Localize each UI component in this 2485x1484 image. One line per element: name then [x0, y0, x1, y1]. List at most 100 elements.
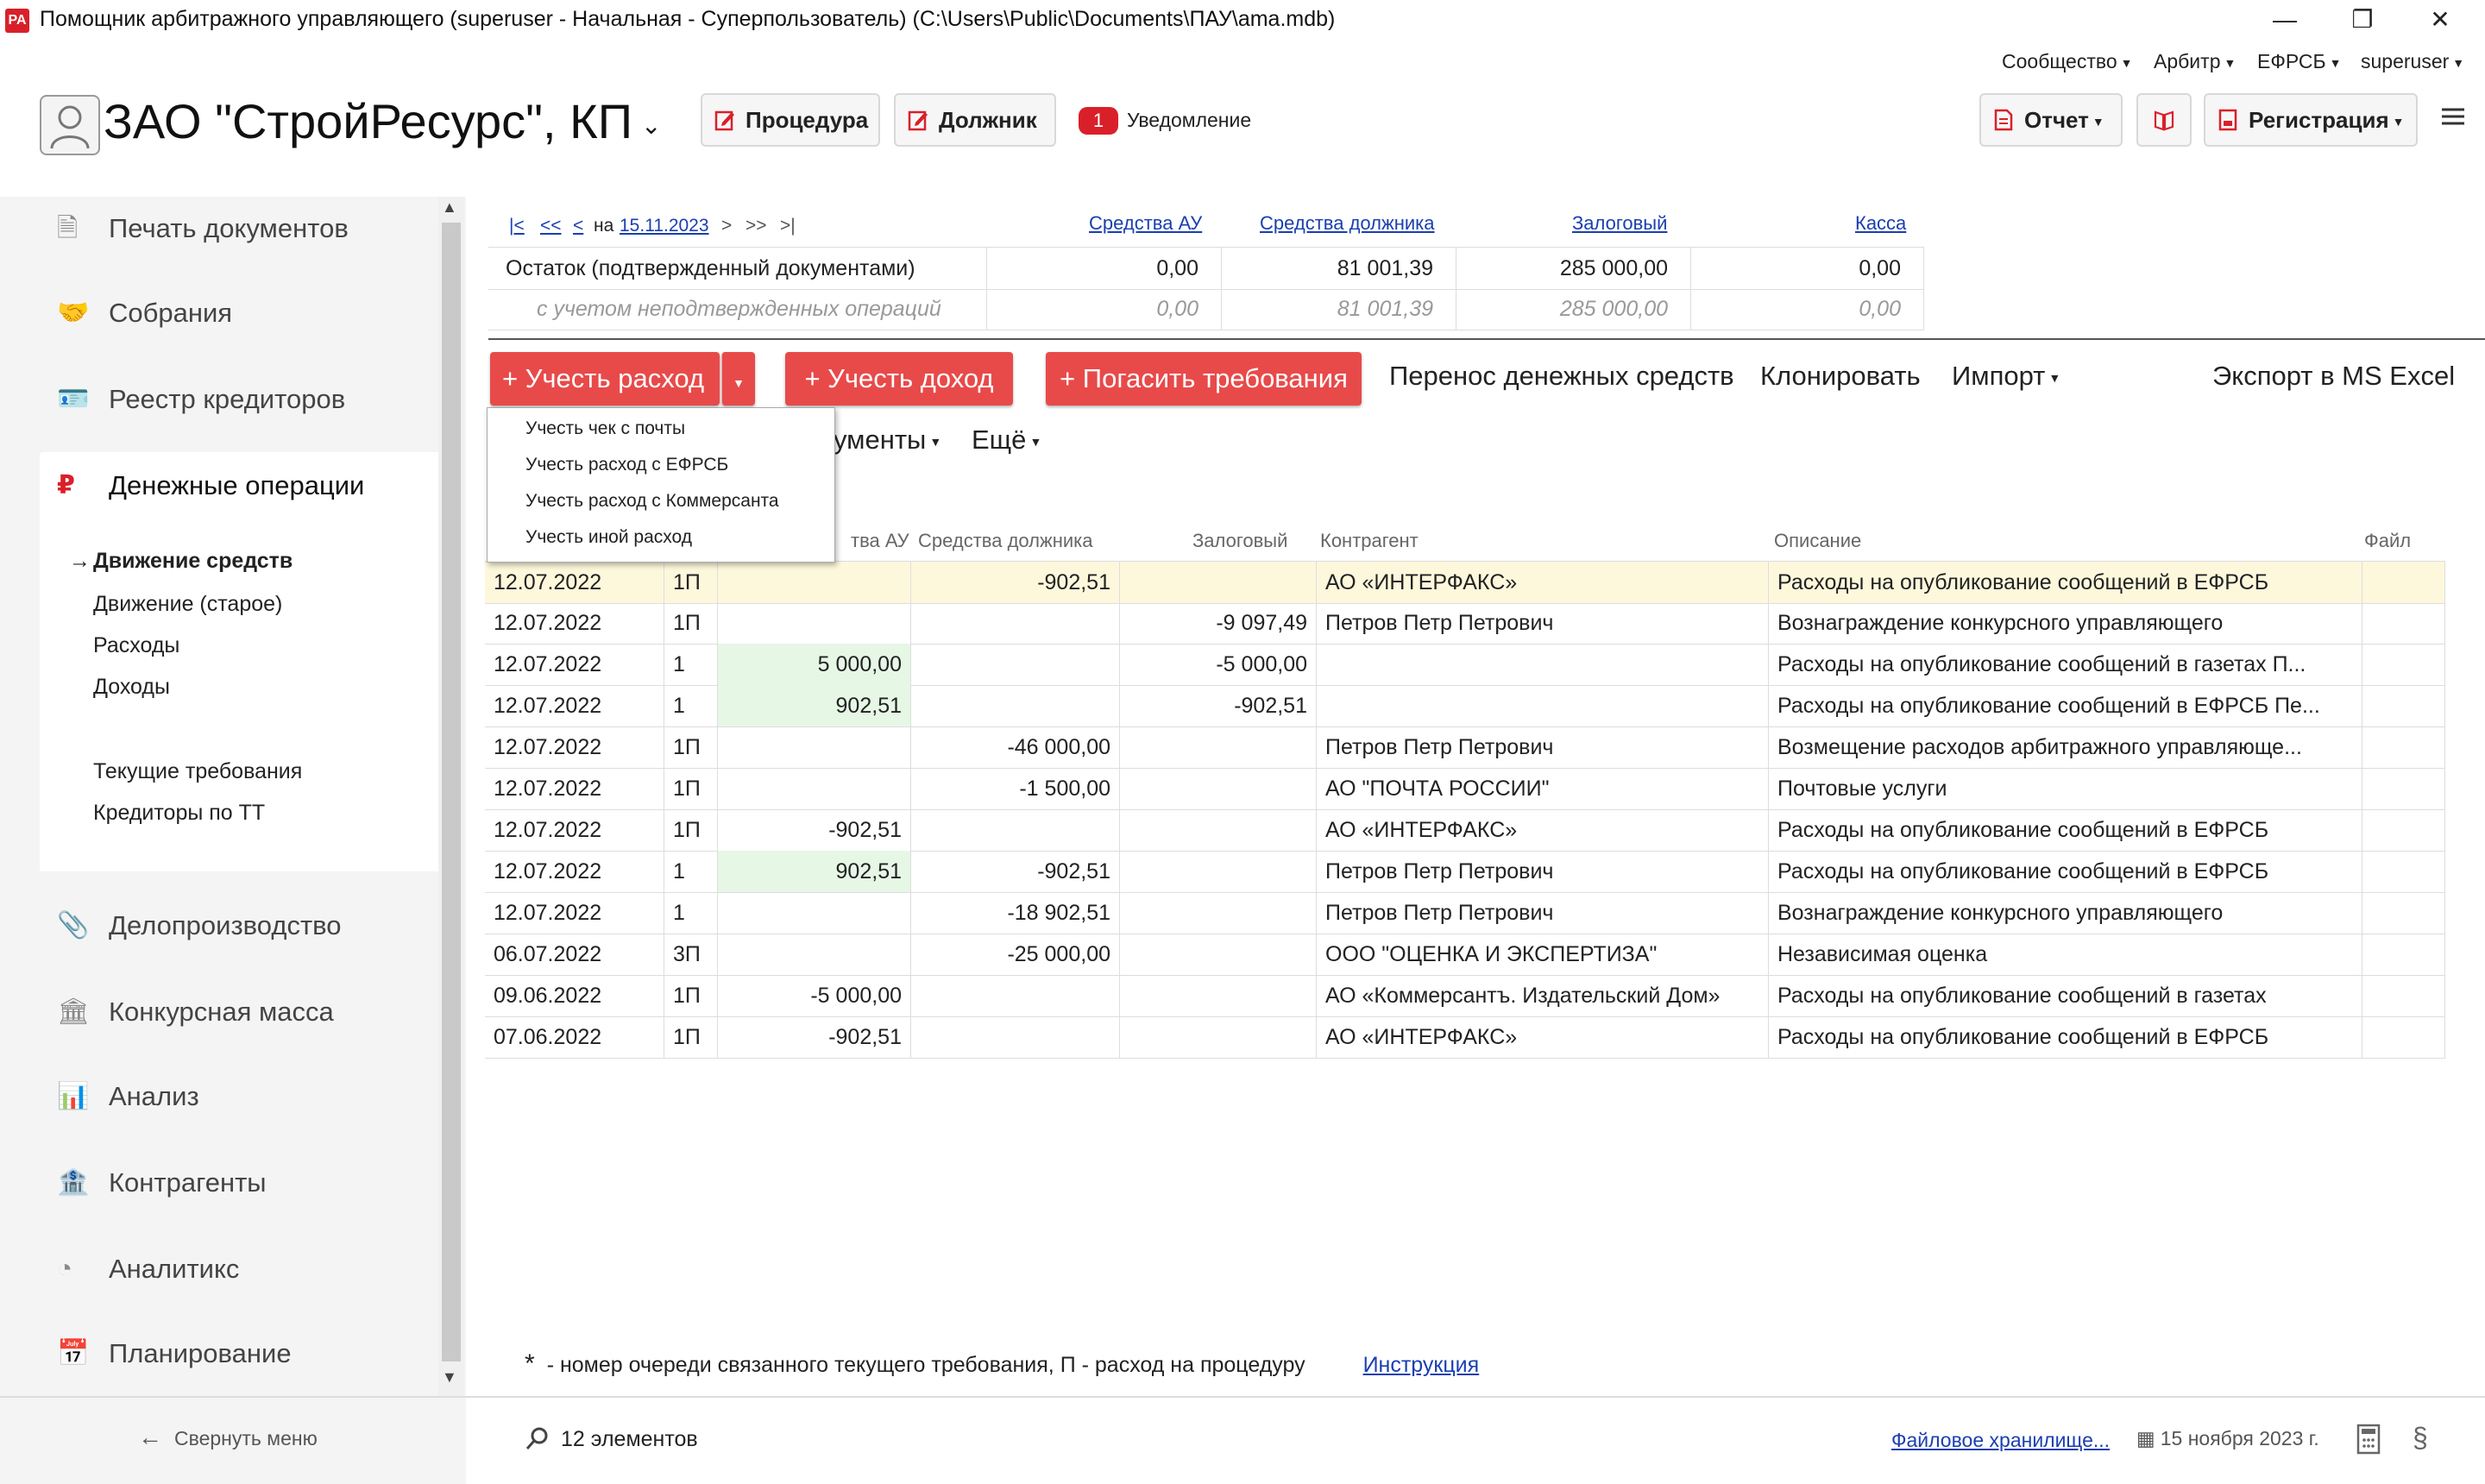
- sidebar-subitem-movement-old[interactable]: Движение (старое): [93, 592, 282, 617]
- menu-arbitr[interactable]: Арбитр ▼: [2154, 50, 2236, 73]
- grid-header-file[interactable]: Файл: [2364, 530, 2411, 552]
- sidebar-subitem-creditors-tt[interactable]: Кредиторы по ТТ: [93, 801, 265, 826]
- table-row[interactable]: 12.07.2022 1 902,51 -902,51 Расходы на опубл…: [485, 685, 2445, 727]
- sidebar-subitem-incomes[interactable]: Доходы: [93, 675, 170, 700]
- collapse-menu-button[interactable]: ← Свернуть меню: [138, 1424, 318, 1451]
- grid-header-pledge[interactable]: Залоговый: [1192, 530, 1287, 552]
- repay-claims-button[interactable]: + Погасить требования: [1046, 352, 1362, 406]
- dropdown-item-other-expense[interactable]: Учесть иной расход: [525, 527, 692, 548]
- cell-queue: 1: [664, 644, 718, 685]
- balance-col-au[interactable]: Средства АУ: [1089, 212, 1202, 235]
- grid-header-debtor[interactable]: Средства должника: [918, 530, 1093, 552]
- sidebar-item-analysis[interactable]: 📊 Анализ: [38, 1058, 435, 1135]
- balance-col-debtor[interactable]: Средства должника: [1260, 212, 1435, 235]
- nav-next2[interactable]: >>: [746, 216, 767, 236]
- sidebar-item-planning[interactable]: 📅 Планирование: [38, 1315, 435, 1393]
- dropdown-item-kommersant-expense[interactable]: Учесть расход с Коммерсанта: [525, 491, 779, 512]
- table-row[interactable]: 12.07.2022 1П -46 000,00 Петров Петр Петров…: [485, 726, 2445, 769]
- organization-title[interactable]: ЗАО "СтройРесурс", КП ⌄: [104, 93, 662, 149]
- sidebar-subitem-money-movement[interactable]: → Движение средств: [69, 549, 293, 574]
- table-row[interactable]: 12.07.2022 1П -902,51 АО «ИНТЕРФАКС» Расходы…: [485, 561, 2445, 604]
- sidebar-item-analytics[interactable]: ◔ Аналитикс: [38, 1230, 435, 1308]
- balance-col-pledge[interactable]: Залоговый: [1572, 212, 1667, 235]
- nav-date[interactable]: 15.11.2023: [620, 216, 709, 236]
- debtor-button[interactable]: Должник: [894, 93, 1056, 147]
- grid-header-counterparty[interactable]: Контрагент: [1320, 530, 1419, 552]
- instruction-link[interactable]: Инструкция: [1363, 1353, 1480, 1377]
- menu-efrsb[interactable]: ЕФРСБ ▼: [2257, 50, 2341, 73]
- title-bar: PA Помощник арбитражного управляющего (s…: [0, 0, 2485, 41]
- minimize-icon[interactable]: —: [2243, 0, 2326, 41]
- restore-icon[interactable]: ❐: [2321, 0, 2404, 41]
- chevron-down-icon: ▼: [2452, 55, 2465, 70]
- menu-user[interactable]: superuser ▼: [2361, 50, 2464, 73]
- sidebar-subitem-expenses[interactable]: Расходы: [93, 633, 179, 658]
- avatar[interactable]: [40, 95, 100, 155]
- file-storage-link[interactable]: Файловое хранилище...: [1891, 1429, 2110, 1452]
- dropdown-item-post-receipt[interactable]: Учесть чек с почты: [525, 418, 685, 439]
- more-button[interactable]: Ещё ▼: [972, 424, 1041, 456]
- sidebar-item-creditors-registry[interactable]: 🪪 Реестр кредиторов: [38, 361, 435, 438]
- cell-counterparty: Петров Петр Петрович: [1317, 851, 1769, 892]
- nav-next[interactable]: >: [721, 216, 732, 236]
- calculator-icon[interactable]: [2356, 1424, 2381, 1455]
- hamburger-menu-icon[interactable]: [2438, 102, 2468, 131]
- cell-description: Независимая оценка: [1769, 934, 2362, 975]
- balance-col-cash[interactable]: Касса: [1855, 212, 1906, 235]
- cell-au: -5 000,00: [718, 975, 911, 1016]
- sidebar-scrollbar-thumb[interactable]: [442, 223, 461, 1361]
- nav-prev[interactable]: <: [573, 216, 583, 236]
- cell-file: [2362, 892, 2445, 934]
- sidebar-subitem-current-claims[interactable]: Текущие требования: [93, 759, 302, 784]
- nav-first[interactable]: |<: [509, 216, 525, 236]
- report-button[interactable]: Отчет ▼: [1979, 93, 2123, 147]
- cell-debtor: -46 000,00: [911, 726, 1120, 768]
- sidebar-item-counterparties[interactable]: 🏦 Контрагенты: [38, 1144, 435, 1222]
- cell-debtor: -18 902,51: [911, 892, 1120, 934]
- add-income-button[interactable]: + Учесть доход: [785, 352, 1013, 406]
- sidebar-item-office-work[interactable]: 📎 Делопроизводство: [38, 887, 435, 965]
- documents-button[interactable]: ументы ▼: [834, 424, 941, 456]
- dropdown-item-efrsb-expense[interactable]: Учесть расход с ЕФРСБ: [525, 455, 728, 475]
- add-expense-button[interactable]: + Учесть расход: [490, 352, 720, 406]
- table-row[interactable]: 06.07.2022 3П -25 000,00 ООО "ОЦЕНКА И ЭКСП…: [485, 934, 2445, 976]
- procedure-button[interactable]: Процедура: [701, 93, 880, 147]
- transfer-funds-button[interactable]: Перенос денежных средств: [1389, 361, 1734, 392]
- close-icon[interactable]: ✕: [2399, 0, 2482, 41]
- sidebar-item-print-documents[interactable]: 🗎 Печать документов: [38, 190, 435, 267]
- registration-button[interactable]: Регистрация ▼: [2204, 93, 2418, 147]
- table-row[interactable]: 12.07.2022 1 902,51 -902,51 Петров Петр Петр…: [485, 851, 2445, 893]
- cell-description: Расходы на опубликование сообщений в ЕФР…: [1769, 685, 2362, 726]
- scroll-down-icon[interactable]: ▼: [442, 1368, 457, 1387]
- expense-dropdown-menu: Учесть чек с почты Учесть расход с ЕФРСБ…: [487, 407, 835, 563]
- import-button[interactable]: Импорт ▼: [1952, 361, 2060, 392]
- table-row[interactable]: 12.07.2022 1 5 000,00 -5 000,00 Расходы на о…: [485, 644, 2445, 686]
- bank-icon: 🏛: [57, 997, 91, 1026]
- sidebar-item-money-operations[interactable]: ₽ Денежные операции: [38, 447, 435, 525]
- table-row[interactable]: 12.07.2022 1П -9 097,49 Петров Петр Петрови…: [485, 602, 2445, 645]
- table-row[interactable]: 12.07.2022 1П -902,51 АО «ИНТЕРФАКС» Расходы…: [485, 809, 2445, 852]
- sidebar-item-meetings[interactable]: 🤝 Собрания: [38, 274, 435, 352]
- table-row[interactable]: 12.07.2022 1 -18 902,51 Петров Петр Петрови…: [485, 892, 2445, 934]
- nav-prev2[interactable]: <<: [540, 216, 562, 236]
- notification-label[interactable]: Уведомление: [1127, 109, 1251, 132]
- notification-badge[interactable]: 1: [1079, 107, 1118, 135]
- search-icon[interactable]: [523, 1425, 550, 1453]
- table-row[interactable]: 07.06.2022 1П -902,51 АО «ИНТЕРФАКС» Расходы…: [485, 1016, 2445, 1059]
- cell-au: [718, 768, 911, 809]
- book-button[interactable]: [2136, 93, 2192, 147]
- grid-header-au[interactable]: тва АУ: [851, 530, 909, 552]
- nav-last[interactable]: >|: [780, 216, 796, 236]
- table-row[interactable]: 09.06.2022 1П -5 000,00 АО «Коммерсантъ. Из…: [485, 975, 2445, 1017]
- menu-community[interactable]: Сообщество ▼: [2002, 50, 2132, 73]
- cell-queue: 1П: [664, 726, 718, 768]
- table-row[interactable]: 12.07.2022 1П -1 500,00 АО "ПОЧТА РОССИИ" По…: [485, 768, 2445, 810]
- cell-pledge: [1120, 934, 1317, 975]
- clone-button[interactable]: Клонировать: [1760, 361, 1921, 392]
- grid-header-description[interactable]: Описание: [1774, 530, 1861, 552]
- add-expense-dropdown[interactable]: ▼: [721, 352, 755, 406]
- scroll-up-icon[interactable]: ▲: [442, 198, 457, 217]
- export-excel-button[interactable]: Экспорт в MS Excel: [2212, 361, 2455, 392]
- section-sign-icon[interactable]: §: [2413, 1422, 2428, 1454]
- sidebar-item-bankruptcy-estate[interactable]: 🏛 Конкурсная масса: [38, 973, 435, 1051]
